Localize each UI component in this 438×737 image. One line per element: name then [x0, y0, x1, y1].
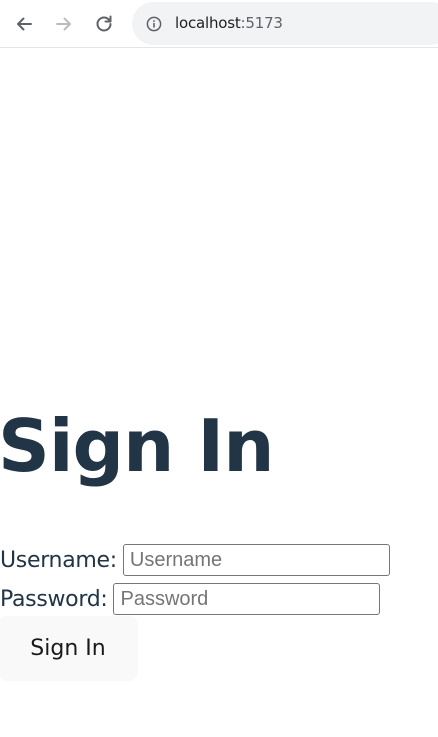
- forward-arrow-icon: [56, 17, 71, 31]
- address-bar[interactable]: localhost:5173: [132, 2, 438, 45]
- password-label: Password:: [0, 586, 108, 612]
- reload-button[interactable]: [88, 8, 120, 40]
- sign-in-button[interactable]: Sign In: [0, 616, 138, 681]
- info-icon[interactable]: [146, 16, 162, 32]
- url-host: localhost: [175, 14, 241, 32]
- username-row: Username:: [0, 543, 390, 577]
- password-row: Password:: [0, 582, 381, 616]
- username-label: Username:: [0, 547, 117, 573]
- browser-toolbar: localhost:5173: [0, 0, 438, 48]
- back-button[interactable]: [8, 8, 40, 40]
- forward-button[interactable]: [48, 8, 80, 40]
- back-arrow-icon: [17, 17, 32, 31]
- page-title: Sign In: [0, 404, 274, 488]
- url-port: :5173: [240, 14, 283, 32]
- url-text[interactable]: localhost:5173: [175, 14, 283, 33]
- password-field[interactable]: [113, 583, 381, 615]
- reload-icon: [96, 15, 112, 32]
- page-content: Sign In Username: Password: Sign In: [0, 49, 438, 737]
- username-field[interactable]: [122, 544, 390, 576]
